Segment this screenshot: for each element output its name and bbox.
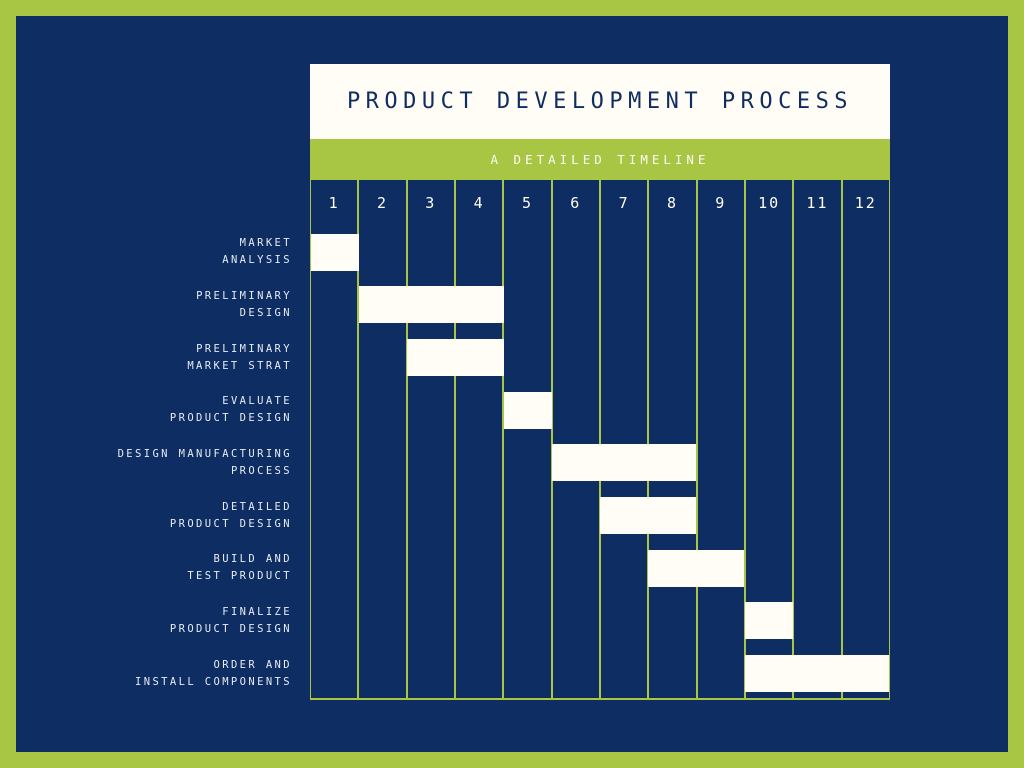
task-label-line1: PRELIMINARY: [196, 342, 292, 355]
task-label-line2: PROCESS: [230, 464, 292, 477]
month-cell-2[interactable]: 2: [359, 180, 406, 226]
month-cell-3[interactable]: 3: [407, 180, 454, 226]
gantt-bar[interactable]: [311, 233, 360, 271]
gantt-bar[interactable]: [551, 444, 697, 482]
month-header-row: 1 2 3 4 5 6 7 8 9 10 11 12: [310, 180, 890, 226]
month-cell-1[interactable]: 1: [311, 180, 358, 226]
month-cell-5[interactable]: 5: [504, 180, 551, 226]
subtitle-band: A DETAILED TIMELINE: [310, 139, 890, 180]
month-cell-10[interactable]: 10: [745, 180, 793, 226]
task-label-line2: INSTALL COMPONENTS: [135, 675, 292, 688]
task-label: DETAILED PRODUCT DESIGN: [170, 489, 292, 542]
gantt-bar[interactable]: [744, 655, 889, 693]
task-row[interactable]: PRELIMINARY MARKET STRAT: [16, 331, 1008, 384]
month-cell-4[interactable]: 4: [455, 180, 503, 226]
task-row[interactable]: ORDER AND INSTALL COMPONENTS: [16, 647, 1008, 700]
task-label-line1: EVALUATE: [222, 395, 292, 408]
gantt-bar[interactable]: [744, 602, 793, 640]
month-cell-6[interactable]: 6: [552, 180, 599, 226]
task-label: FINALIZE PRODUCT DESIGN: [170, 595, 292, 648]
task-label-line1: DESIGN MANUFACTURING: [117, 447, 292, 460]
gantt-bar[interactable]: [600, 497, 697, 535]
task-label-line2: PRODUCT DESIGN: [169, 412, 292, 425]
task-label: MARKET ANALYSIS: [222, 226, 292, 279]
task-label-line2: ANALYSIS: [222, 254, 292, 267]
task-label-line2: TEST PRODUCT: [187, 570, 292, 583]
task-label-line1: MARKET: [239, 237, 292, 250]
task-rows-layer: MARKET ANALYSIS PRELIMINARY DESIGN PRELIMINA…: [16, 226, 1008, 700]
task-label: BUILD AND TEST PRODUCT: [187, 542, 292, 595]
gantt-bar[interactable]: [503, 391, 552, 429]
month-cell-7[interactable]: 7: [600, 180, 648, 226]
task-row[interactable]: MARKET ANALYSIS: [16, 226, 1008, 279]
task-label: PRELIMINARY MARKET STRAT: [187, 331, 292, 384]
gantt-bar[interactable]: [359, 286, 504, 324]
month-cell-11[interactable]: 11: [794, 180, 841, 226]
task-label-line2: DESIGN: [239, 306, 292, 319]
page-title: PRODUCT DEVELOPMENT PROCESS: [346, 89, 854, 114]
month-cell-12[interactable]: 12: [842, 180, 889, 226]
title-band: PRODUCT DEVELOPMENT PROCESS: [310, 64, 890, 139]
task-label-line1: FINALIZE: [222, 605, 292, 618]
task-label: DESIGN MANUFACTURING PROCESS: [118, 437, 292, 490]
poster-frame: PRODUCT DEVELOPMENT PROCESS A DETAILED T…: [0, 0, 1024, 768]
task-label: PRELIMINARY DESIGN: [196, 279, 292, 332]
task-label-line1: ORDER AND: [213, 658, 292, 671]
task-row[interactable]: DESIGN MANUFACTURING PROCESS: [16, 437, 1008, 490]
task-row[interactable]: EVALUATE PRODUCT DESIGN: [16, 384, 1008, 437]
task-label-line1: PRELIMINARY: [196, 289, 292, 302]
task-label-line1: DETAILED: [222, 500, 292, 513]
month-cell-9[interactable]: 9: [697, 180, 744, 226]
gantt-bar[interactable]: [648, 549, 745, 587]
chart-canvas: PRODUCT DEVELOPMENT PROCESS A DETAILED T…: [16, 16, 1008, 752]
task-row[interactable]: DETAILED PRODUCT DESIGN: [16, 489, 1008, 542]
task-row[interactable]: FINALIZE PRODUCT DESIGN: [16, 595, 1008, 648]
task-label-line1: BUILD AND: [213, 553, 292, 566]
task-label: EVALUATE PRODUCT DESIGN: [170, 384, 292, 437]
task-label-line2: MARKET STRAT: [187, 359, 292, 372]
task-row[interactable]: PRELIMINARY DESIGN: [16, 279, 1008, 332]
gantt-bar[interactable]: [407, 339, 504, 377]
task-row[interactable]: BUILD AND TEST PRODUCT: [16, 542, 1008, 595]
task-label-line2: PRODUCT DESIGN: [169, 622, 292, 635]
month-cell-8[interactable]: 8: [649, 180, 696, 226]
page-subtitle: A DETAILED TIMELINE: [490, 152, 710, 167]
task-label: ORDER AND INSTALL COMPONENTS: [135, 647, 292, 700]
task-label-line2: PRODUCT DESIGN: [169, 517, 292, 530]
